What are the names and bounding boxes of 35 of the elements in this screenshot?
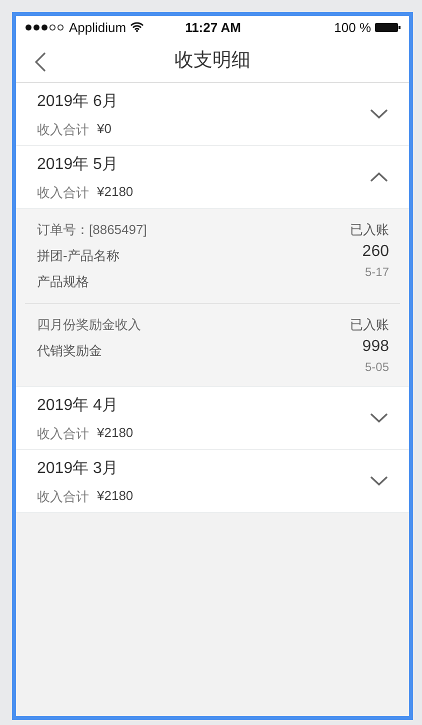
month-label: 2019年 4月: [37, 396, 119, 416]
income-total-label: 收入合计: [37, 424, 89, 442]
income-total-amount: ¥0: [97, 120, 112, 138]
clock-time: 11:27 AM: [185, 20, 241, 34]
income-total-amount: ¥2180: [97, 184, 134, 200]
record-title: 四月份奖励金收入: [37, 316, 142, 334]
record-date: 5-05: [364, 360, 389, 374]
back-icon: [34, 52, 48, 72]
battery-percent: 100 %: [334, 20, 372, 34]
record-status: 已入账: [350, 221, 389, 239]
month-header[interactable]: 2019年 3月 收入合计 ¥2180: [16, 450, 409, 513]
month-header[interactable]: 2019年 5月 收入合计 ¥2180: [16, 146, 409, 209]
page-title: 收支明细: [174, 49, 250, 73]
record-title: 订单号：[8865497]: [37, 221, 148, 239]
month-label: 2019年 6月: [37, 92, 119, 112]
record-amount: 998: [362, 338, 389, 356]
income-total-label: 收入合计: [37, 488, 89, 506]
record-amount: 260: [362, 243, 389, 261]
battery-icon: [375, 22, 402, 32]
income-total-label: 收入合计: [37, 120, 89, 138]
income-total-label: 收入合计: [37, 184, 89, 202]
record-spec: 产品规格: [37, 273, 90, 291]
month-label: 2019年 5月: [37, 154, 119, 174]
carrier-name: Applidium: [69, 20, 126, 34]
record-name: 代销奖励金: [37, 342, 103, 360]
month-label: 2019年 3月: [37, 458, 119, 478]
wifi-icon: [130, 22, 144, 32]
income-total-amount: ¥2180: [97, 488, 134, 504]
record-status: 已入账: [350, 316, 389, 334]
month-header[interactable]: 2019年 4月 收入合计 ¥2180: [16, 387, 409, 450]
record-name: 拼团-产品名称: [37, 247, 120, 265]
month-header[interactable]: 2019年 6月 收入合计 ¥0: [16, 83, 409, 146]
record-date: 5-17: [364, 265, 389, 279]
signal-icon: [25, 24, 65, 30]
income-total-amount: ¥2180: [97, 424, 134, 442]
